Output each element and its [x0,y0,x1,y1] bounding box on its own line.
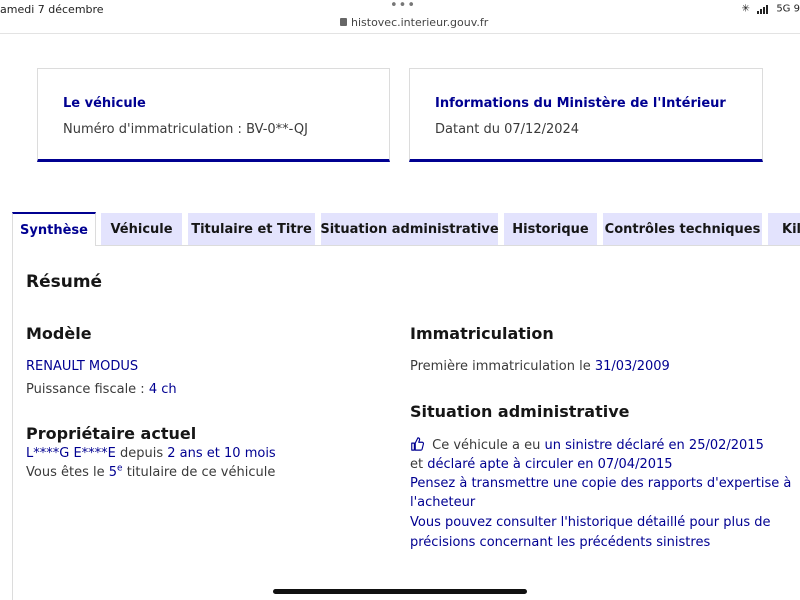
admin-fit-line: et déclaré apte à circuler en 07/04/2015 [410,457,673,472]
fit-to-drive-link[interactable]: déclaré apte à circuler en 07/04/2015 [427,457,672,472]
tab-historique[interactable]: Historique [504,213,597,245]
first-registration-date: 31/03/2009 [594,359,670,374]
history-advice-line2[interactable]: précisions concernant les précédents sin… [410,535,710,550]
report-date: Datant du 07/12/2024 [435,122,580,137]
status-date: amedi 7 décembre [0,3,104,16]
fiscal-power-label: Puissance fiscale : [26,382,149,397]
model-name: RENAULT MODUS [26,359,139,374]
tab-synthese[interactable]: Synthèse [12,212,96,246]
expertise-advice-line2[interactable]: l'acheteur [410,495,475,510]
tab-controles-techniques[interactable]: Contrôles techniques [603,213,762,245]
ministry-card: Informations du Ministère de l'Intérieur… [409,68,763,162]
tab-kilometrage[interactable]: Kilo [768,213,800,245]
first-registration: Première immatriculation le 31/03/2009 [410,359,670,374]
fiscal-power: Puissance fiscale : 4 ch [26,382,177,397]
loading-icon: ✳ [741,3,750,15]
panel-border [96,245,800,246]
owner-rank: Vous êtes le 5e titulaire de ce véhicule [26,464,276,480]
battery-label: 9 [793,3,800,15]
owner-since-label: depuis [115,446,168,461]
history-advice-line1[interactable]: Vous pouvez consulter l'historique détai… [410,515,771,530]
signal-icon [757,3,769,14]
ministry-card-title: Informations du Ministère de l'Intérieur [435,96,726,111]
admin-claim-line: Ce véhicule a eu un sinistre déclaré en … [410,437,764,455]
summary-title: Résumé [26,272,103,292]
url-text: histovec.interieur.gouv.fr [351,16,489,29]
tab-titulaire-titre[interactable]: Titulaire et Titre [188,213,315,245]
owner-rank-suffix: titulaire de ce véhicule [122,465,276,480]
vehicle-card-title: Le véhicule [63,96,146,111]
owner-heading: Propriétaire actuel [26,424,197,443]
owner-rank-prefix: Vous êtes le [26,465,109,480]
first-registration-label: Première immatriculation le [410,359,595,374]
admin-claim-prefix: Ce véhicule a eu [428,438,545,453]
status-indicators: ✳ 5G 9 [742,3,800,15]
tab-situation-administrative[interactable]: Situation administrative [320,213,499,245]
home-indicator[interactable] [273,589,527,594]
address-bar[interactable]: histovec.interieur.gouv.fr [340,16,488,29]
expertise-advice-line1[interactable]: Pensez à transmettre une copie des rappo… [410,476,791,491]
registration-number: Numéro d'immatriculation : BV-0**-QJ [63,122,308,137]
owner-rank-value: 5e [108,464,123,480]
network-label: 5G [776,3,791,15]
claim-link[interactable]: un sinistre déclaré en 25/02/2015 [544,438,763,453]
owner-since-value: 2 ans et 10 mois [167,446,276,461]
thumbs-up-icon [410,437,425,455]
lock-icon [340,18,347,26]
panel-border-left [12,245,13,600]
toolbar-divider [0,33,800,34]
registration-heading: Immatriculation [410,324,554,343]
vehicle-card: Le véhicule Numéro d'immatriculation : B… [37,68,390,162]
admin-fit-prefix: et [410,457,428,472]
fiscal-power-value: 4 ch [148,382,177,397]
owner-name: L****G E****E [26,446,116,461]
owner-rank-number: 5 [108,465,118,480]
admin-heading: Situation administrative [410,402,630,421]
tab-vehicule[interactable]: Véhicule [101,213,182,245]
owner-line: L****G E****E depuis 2 ans et 10 mois [26,446,276,461]
status-bar: amedi 7 décembre ••• histovec.interieur.… [0,0,800,34]
model-heading: Modèle [26,324,92,343]
more-dots-icon[interactable]: ••• [390,0,416,13]
tab-bar: Synthèse Véhicule Titulaire et Titre Sit… [0,212,800,246]
